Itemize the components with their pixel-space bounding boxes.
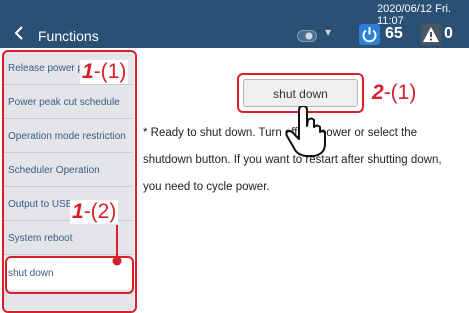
header-bar: Functions ▼ 2020/06/12 Fri. 11:07 65 0: [0, 0, 469, 48]
message-line-3: you need to cycle power.: [143, 181, 270, 193]
network-caret-icon[interactable]: ▼: [325, 28, 331, 37]
callout-label-1-2: 1-(2): [70, 200, 119, 224]
callout-label-2-1: 2-(1): [370, 81, 419, 105]
callout-label-1-1: 1-(1): [80, 60, 129, 84]
alarm-icon[interactable]: [421, 24, 441, 45]
back-chevron-icon[interactable]: [14, 26, 24, 40]
page-title: Functions: [38, 28, 99, 44]
network-icon[interactable]: [297, 30, 317, 42]
power-icon: [359, 24, 380, 45]
power-count: 65: [385, 25, 403, 42]
alarm-count: 0: [444, 25, 453, 42]
callout-pointer-line: [112, 225, 122, 266]
hand-pointer-icon: [285, 106, 326, 157]
